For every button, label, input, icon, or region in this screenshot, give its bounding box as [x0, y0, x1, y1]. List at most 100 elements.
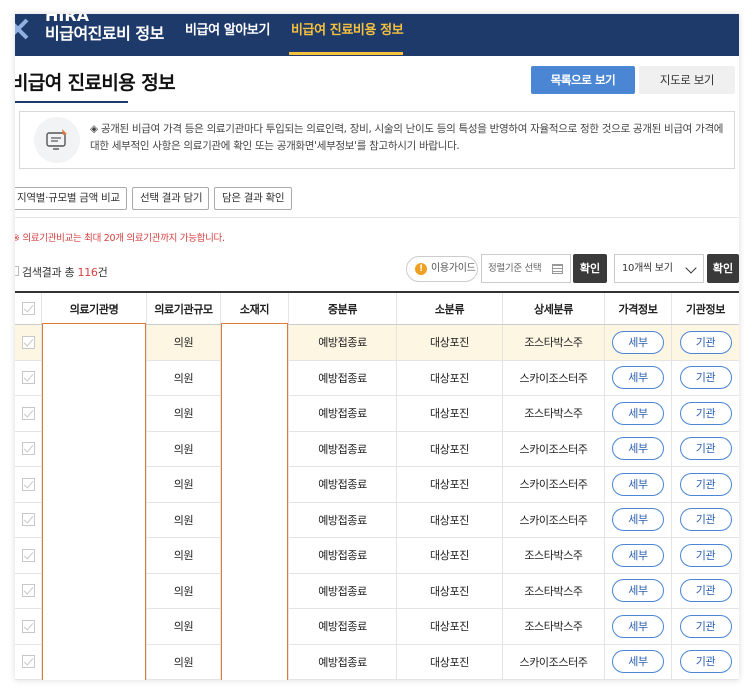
header-institution-size: 의료기관규모 [147, 293, 221, 324]
price-detail-button[interactable]: 세부 [612, 508, 664, 532]
header-detail-category: 상세분류 [503, 293, 605, 324]
sub-category-cell: 대상포진 [397, 538, 503, 573]
page-size-confirm-button[interactable]: 확인 [707, 254, 739, 283]
notice-icon [34, 117, 80, 163]
map-view-button[interactable]: 지도로 보기 [639, 66, 735, 94]
result-prefix: 검색결과 총 [22, 266, 78, 279]
header-checkbox-cell [15, 293, 42, 324]
row-checkbox-cell [15, 609, 42, 644]
row-checkbox[interactable] [21, 442, 35, 456]
row-checkbox[interactable] [21, 406, 35, 420]
add-selection-button[interactable]: 선택 결과 담기 [132, 187, 209, 210]
institution-size-cell: 의원 [147, 644, 221, 679]
institution-info-button[interactable]: 기관 [679, 650, 732, 674]
sort-placeholder: 정렬기준 선택 [488, 263, 542, 274]
sub-category-cell: 대상포진 [397, 396, 503, 431]
detail-category-cell: 조스타박스주 [503, 325, 605, 360]
row-checkbox[interactable] [21, 371, 35, 385]
row-checkbox[interactable] [21, 584, 35, 598]
sub-category-cell: 대상포진 [397, 644, 503, 679]
row-checkbox[interactable] [21, 655, 35, 669]
sort-confirm-button[interactable]: 확인 [573, 254, 607, 283]
header-checkbox[interactable] [21, 302, 35, 315]
row-checkbox-cell [15, 573, 42, 608]
row-checkbox-cell [15, 396, 42, 431]
price-detail-button[interactable]: 세부 [612, 330, 664, 354]
institution-size-cell: 의원 [147, 360, 221, 395]
compare-by-region-button[interactable]: 지역별·규모별 금액 비교 [15, 187, 127, 210]
institution-info-cell: 기관 [672, 645, 739, 680]
redacted-institution-names [42, 323, 146, 680]
institution-size-cell: 의원 [147, 396, 221, 431]
row-checkbox-cell [15, 325, 42, 360]
row-checkbox[interactable] [21, 513, 35, 527]
detail-category-cell: 조스타박스주 [503, 538, 605, 573]
sub-category-cell: 대상포진 [397, 502, 503, 537]
mid-category-cell: 예방접종료 [289, 644, 397, 679]
institution-info-cell: 기관 [672, 361, 739, 396]
sub-category-cell: 대상포진 [397, 609, 503, 644]
institution-info-button[interactable]: 기관 [679, 543, 732, 567]
price-detail-button[interactable]: 세부 [612, 614, 664, 638]
institution-info-button[interactable]: 기관 [679, 437, 732, 461]
price-detail-button[interactable]: 세부 [612, 579, 664, 603]
institution-size-cell: 의원 [147, 573, 221, 608]
notice-box: ◈ 공개된 비급여 가격 등은 의료기관마다 투입되는 의료인력, 장비, 시술… [19, 111, 735, 169]
page-size-select[interactable]: 10개씩 보기 [614, 254, 704, 283]
price-detail-button[interactable]: 세부 [612, 401, 664, 425]
institution-info-button[interactable]: 기관 [679, 614, 732, 638]
institution-info-button[interactable]: 기관 [679, 472, 732, 496]
price-detail-button[interactable]: 세부 [612, 366, 664, 390]
price-detail-button[interactable]: 세부 [612, 437, 664, 461]
row-checkbox-cell [15, 467, 42, 502]
mid-category-cell: 예방접종료 [289, 396, 397, 431]
detail-category-cell: 스카이조스터주 [503, 431, 605, 466]
table-header-row: 의료기관명 의료기관규모 소재지 중분류 소분류 상세분류 가격정보 기관정보 [15, 291, 739, 325]
row-checkbox[interactable] [21, 477, 35, 491]
institution-info-button[interactable]: 기관 [679, 330, 732, 354]
institution-info-button[interactable]: 기관 [679, 401, 732, 425]
result-summary: 검색결과 총 116건 [22, 264, 108, 280]
logo-subtitle[interactable]: 비급여진료비 정보 [45, 23, 164, 45]
institution-info-button[interactable]: 기관 [679, 579, 732, 603]
nav-noncovered-cost[interactable]: 비급여 진료비용 정보 [291, 22, 404, 40]
title-underline [15, 101, 128, 103]
price-info-cell: 세부 [605, 644, 672, 679]
top-navigation-bar: HIRA 비급여진료비 정보 비급여 알아보기 비급여 진료비용 정보 [15, 14, 739, 56]
mid-category-cell: 예방접종료 [289, 538, 397, 573]
row-checkbox[interactable] [21, 335, 35, 349]
row-checkbox-cell [15, 502, 42, 537]
row-checkbox-cell [15, 644, 42, 679]
institution-info-button[interactable]: 기관 [679, 366, 732, 390]
sort-select[interactable]: 정렬기준 선택 [481, 254, 571, 283]
price-detail-button[interactable]: 세부 [612, 543, 664, 567]
select-all-checkbox[interactable] [15, 266, 19, 276]
header-price-info: 가격정보 [605, 293, 672, 324]
divider [15, 217, 739, 218]
institution-size-cell: 의원 [147, 538, 221, 573]
row-checkbox[interactable] [21, 548, 35, 562]
price-detail-button[interactable]: 세부 [612, 650, 664, 674]
chevron-down-icon [685, 262, 697, 274]
view-saved-button[interactable]: 담은 결과 확인 [214, 187, 292, 210]
monitor-edit-icon [46, 129, 67, 150]
nav-noncovered-info[interactable]: 비급여 알아보기 [185, 22, 270, 40]
price-info-cell: 세부 [605, 467, 672, 502]
institution-size-cell: 의원 [147, 502, 221, 537]
list-icon [552, 264, 563, 274]
price-detail-button[interactable]: 세부 [612, 472, 664, 496]
mid-category-cell: 예방접종료 [289, 573, 397, 608]
list-view-button[interactable]: 목록으로 보기 [531, 66, 635, 94]
row-checkbox-cell [15, 431, 42, 466]
app-frame: HIRA 비급여진료비 정보 비급여 알아보기 비급여 진료비용 정보 비급여 … [15, 14, 739, 680]
usage-guide-label: 이용가이드 [431, 263, 476, 274]
header-sub-category: 소분류 [397, 293, 503, 324]
sub-category-cell: 대상포진 [397, 360, 503, 395]
row-checkbox[interactable] [21, 619, 35, 633]
mid-category-cell: 예방접종료 [289, 325, 397, 360]
header-institution-name: 의료기관명 [42, 293, 147, 324]
institution-info-button[interactable]: 기관 [679, 508, 732, 532]
price-info-cell: 세부 [605, 325, 672, 360]
usage-guide-button[interactable]: ! 이용가이드 [406, 256, 478, 282]
info-icon: ! [415, 263, 427, 275]
